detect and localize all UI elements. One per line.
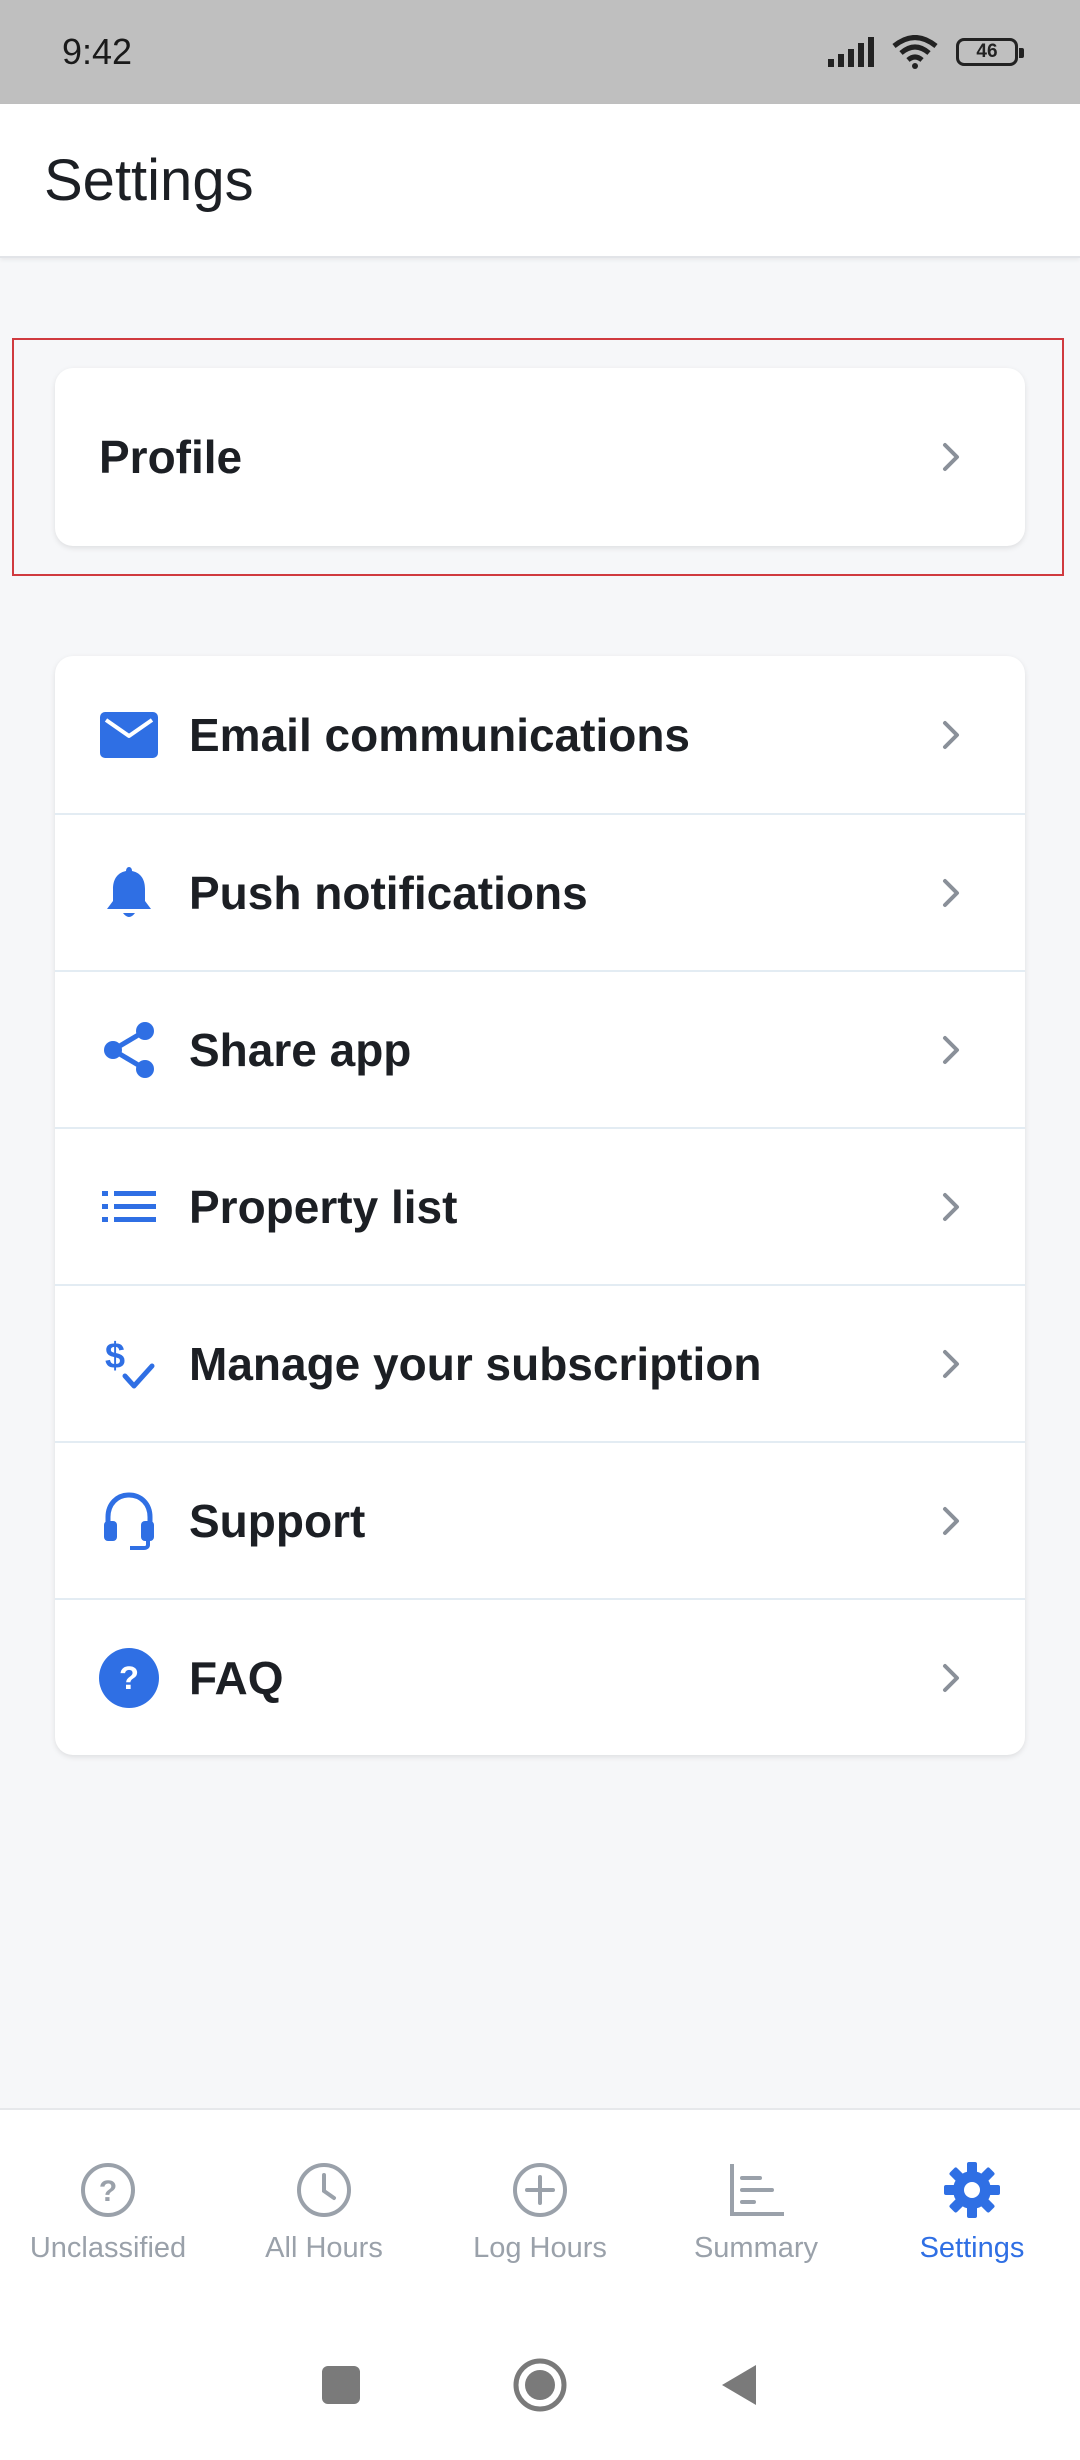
chevron-right-icon [943, 1663, 959, 1692]
profile-row[interactable]: Profile [55, 368, 1025, 546]
settings-menu-card: Email communications Push notifications [55, 656, 1025, 1755]
back-button[interactable] [718, 2362, 760, 2408]
svg-text:$: $ [105, 1336, 125, 1376]
menu-item-label: Push notifications [189, 866, 588, 919]
tab-label: Settings [919, 2232, 1025, 2264]
chevron-right-icon [943, 1035, 959, 1064]
menu-item-label: Email communications [189, 708, 691, 761]
tab-summary[interactable]: Summary [648, 2160, 864, 2310]
question-outline-icon: ? [81, 2163, 135, 2217]
share-icon [99, 1020, 159, 1080]
gear-icon [944, 2162, 1000, 2218]
list-icon [99, 1177, 159, 1237]
tab-all-hours[interactable]: All Hours [216, 2160, 432, 2310]
recent-apps-button[interactable] [320, 2364, 362, 2406]
menu-item-property-list[interactable]: Property list [55, 1127, 1025, 1284]
chevron-right-icon [943, 878, 959, 907]
tab-label: Unclassified [29, 2232, 187, 2264]
headset-icon [99, 1491, 159, 1551]
menu-item-label: FAQ [189, 1651, 284, 1704]
menu-item-label: Manage your subscription [189, 1337, 762, 1390]
chevron-right-icon [943, 720, 959, 749]
svg-text:?: ? [119, 1658, 139, 1695]
menu-item-email-communications[interactable]: Email communications [55, 656, 1025, 813]
bottom-tabs: ? Unclassified All Hours Log Hours Summa… [0, 2110, 1080, 2310]
status-time: 9:42 [62, 31, 133, 72]
bar-chart-icon [730, 2164, 784, 2216]
tab-settings[interactable]: Settings [864, 2160, 1080, 2310]
menu-item-manage-subscription[interactable]: $ Manage your subscription [55, 1284, 1025, 1441]
menu-item-push-notifications[interactable]: Push notifications [55, 813, 1025, 970]
clock-icon [297, 2163, 351, 2217]
wifi-icon [892, 35, 938, 69]
tab-unclassified[interactable]: ? Unclassified [0, 2160, 216, 2310]
battery-level: 46 [976, 41, 998, 62]
status-bar: 9:42 46 [0, 0, 1080, 104]
chevron-right-icon [943, 1192, 959, 1221]
tab-label: Log Hours [473, 2232, 607, 2264]
tab-label: Summary [693, 2232, 819, 2264]
menu-item-label: Share app [189, 1023, 412, 1076]
email-icon [99, 705, 159, 765]
status-icons: 46 [828, 35, 1024, 69]
profile-label: Profile [99, 431, 243, 483]
dollar-check-icon: $ [99, 1334, 159, 1394]
home-button[interactable] [512, 2357, 568, 2413]
signal-icon [828, 37, 874, 67]
bell-icon [99, 863, 159, 923]
chevron-right-icon [943, 443, 959, 471]
page-title: Settings [44, 147, 254, 213]
profile-card: Profile [55, 368, 1025, 546]
battery-icon: 46 [956, 38, 1024, 66]
svg-text:?: ? [99, 2175, 117, 2208]
menu-item-label: Support [189, 1494, 366, 1547]
chevron-right-icon [943, 1506, 959, 1535]
menu-item-faq[interactable]: ? FAQ [55, 1598, 1025, 1755]
bottom-navigation: ? Unclassified All Hours Log Hours Summa… [0, 2108, 1080, 2460]
chevron-right-icon [943, 1349, 959, 1378]
menu-item-support[interactable]: Support [55, 1441, 1025, 1598]
tab-label: All Hours [265, 2232, 383, 2264]
menu-item-label: Property list [189, 1180, 458, 1233]
system-navigation-bar [0, 2310, 1080, 2460]
app-header: Settings [0, 104, 1080, 258]
question-circle-icon: ? [99, 1647, 159, 1708]
tab-log-hours[interactable]: Log Hours [432, 2160, 648, 2310]
menu-item-share-app[interactable]: Share app [55, 970, 1025, 1127]
plus-circle-icon [513, 2163, 567, 2217]
